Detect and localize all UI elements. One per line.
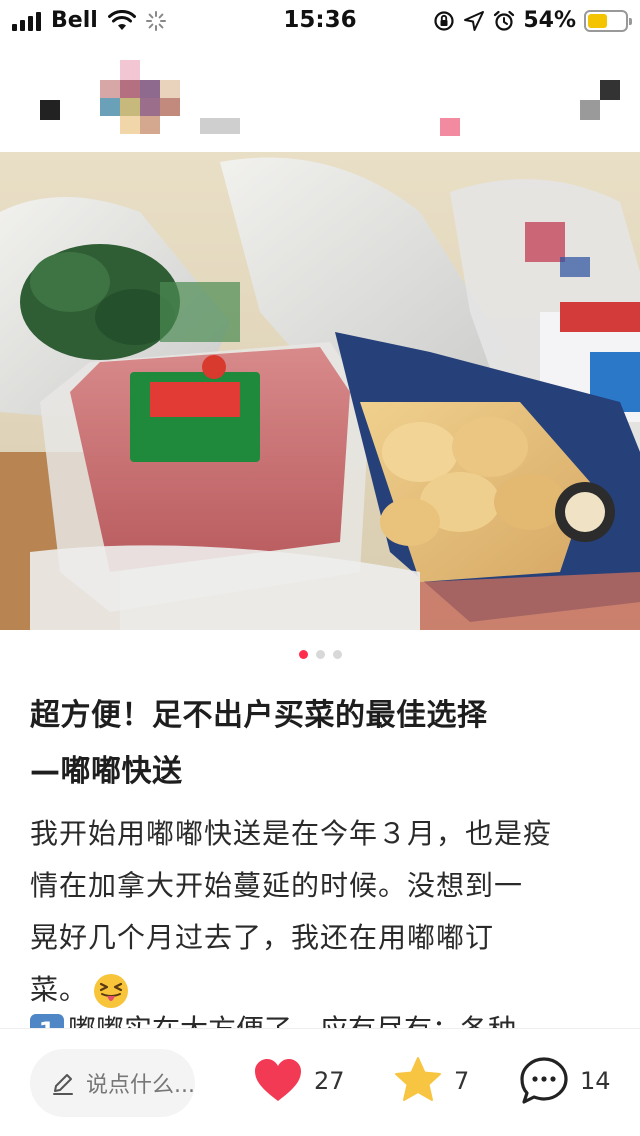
post-body-line-5-text: 嘟嘟实在太方便了，应有尽有：各种 xyxy=(68,1013,516,1028)
share-button[interactable] xyxy=(580,80,620,120)
author-name[interactable] xyxy=(200,118,240,134)
like-count: 27 xyxy=(314,1067,345,1095)
carousel-dot-3[interactable] xyxy=(332,650,342,659)
post-body-line-1: 我开始用嘟嘟快送是在今年３月，也是疫 xyxy=(30,817,553,850)
post-body-line-4: 菜。 xyxy=(30,964,620,1016)
status-right: 54% xyxy=(433,8,632,33)
comment-bubble-icon xyxy=(520,1057,568,1104)
carousel-dots xyxy=(0,650,640,659)
comment-count: 14 xyxy=(580,1067,611,1095)
battery-fill xyxy=(588,13,608,28)
back-button[interactable] xyxy=(40,100,60,120)
post-title: 超方便！足不出户买菜的最佳选择 —嘟嘟快送 xyxy=(30,688,620,800)
star-icon xyxy=(395,1057,441,1101)
comment-button[interactable]: 14 xyxy=(518,1055,611,1107)
post-body-line-3: 晃好几个月过去了，我还在用嘟嘟订 xyxy=(30,921,495,954)
alarm-icon xyxy=(494,10,515,31)
post-title-line-2: —嘟嘟快送 xyxy=(30,754,183,789)
post-body: 我开始用嘟嘟快送是在今年３月，也是疫 情在加拿大开始蔓延的时候。没想到一 晃好几… xyxy=(30,808,620,1016)
battery-percent: 54% xyxy=(523,8,576,33)
carousel-dot-2[interactable] xyxy=(315,650,325,659)
comment-placeholder: 说点什么... xyxy=(86,1073,195,1098)
post-header xyxy=(0,42,640,152)
like-button[interactable]: 27 xyxy=(252,1055,345,1107)
post-body-line-2: 情在加拿大开始蔓延的时候。没想到一 xyxy=(30,869,524,902)
favorite-button[interactable]: 7 xyxy=(392,1055,469,1107)
post-body-line-4-text: 菜。 xyxy=(30,973,89,1006)
comment-input[interactable]: 说点什么... xyxy=(30,1049,195,1117)
status-bar: Bell 15:36 54% xyxy=(0,0,640,42)
battery-icon xyxy=(584,9,632,32)
orientation-lock-icon xyxy=(434,10,454,31)
favorite-count: 7 xyxy=(454,1067,470,1095)
post-body-line-5-partial: 1 嘟嘟实在太方便了，应有尽有：各种 xyxy=(30,1010,620,1028)
location-icon xyxy=(464,10,485,31)
squinting-tongue-emoji-icon xyxy=(94,974,129,1008)
pencil-icon xyxy=(53,1074,73,1095)
post-title-line-1: 超方便！足不出户买菜的最佳选择 xyxy=(30,698,488,733)
heart-icon xyxy=(255,1059,301,1101)
bottom-action-bar: 说点什么... 27 7 14 xyxy=(0,1028,640,1136)
follow-button[interactable] xyxy=(440,118,460,136)
avatar[interactable] xyxy=(100,60,180,134)
post-photo[interactable] xyxy=(0,152,640,630)
carousel-dot-1[interactable] xyxy=(298,650,308,659)
groceries-photo xyxy=(0,152,640,630)
list-marker-1: 1 xyxy=(30,1014,64,1028)
